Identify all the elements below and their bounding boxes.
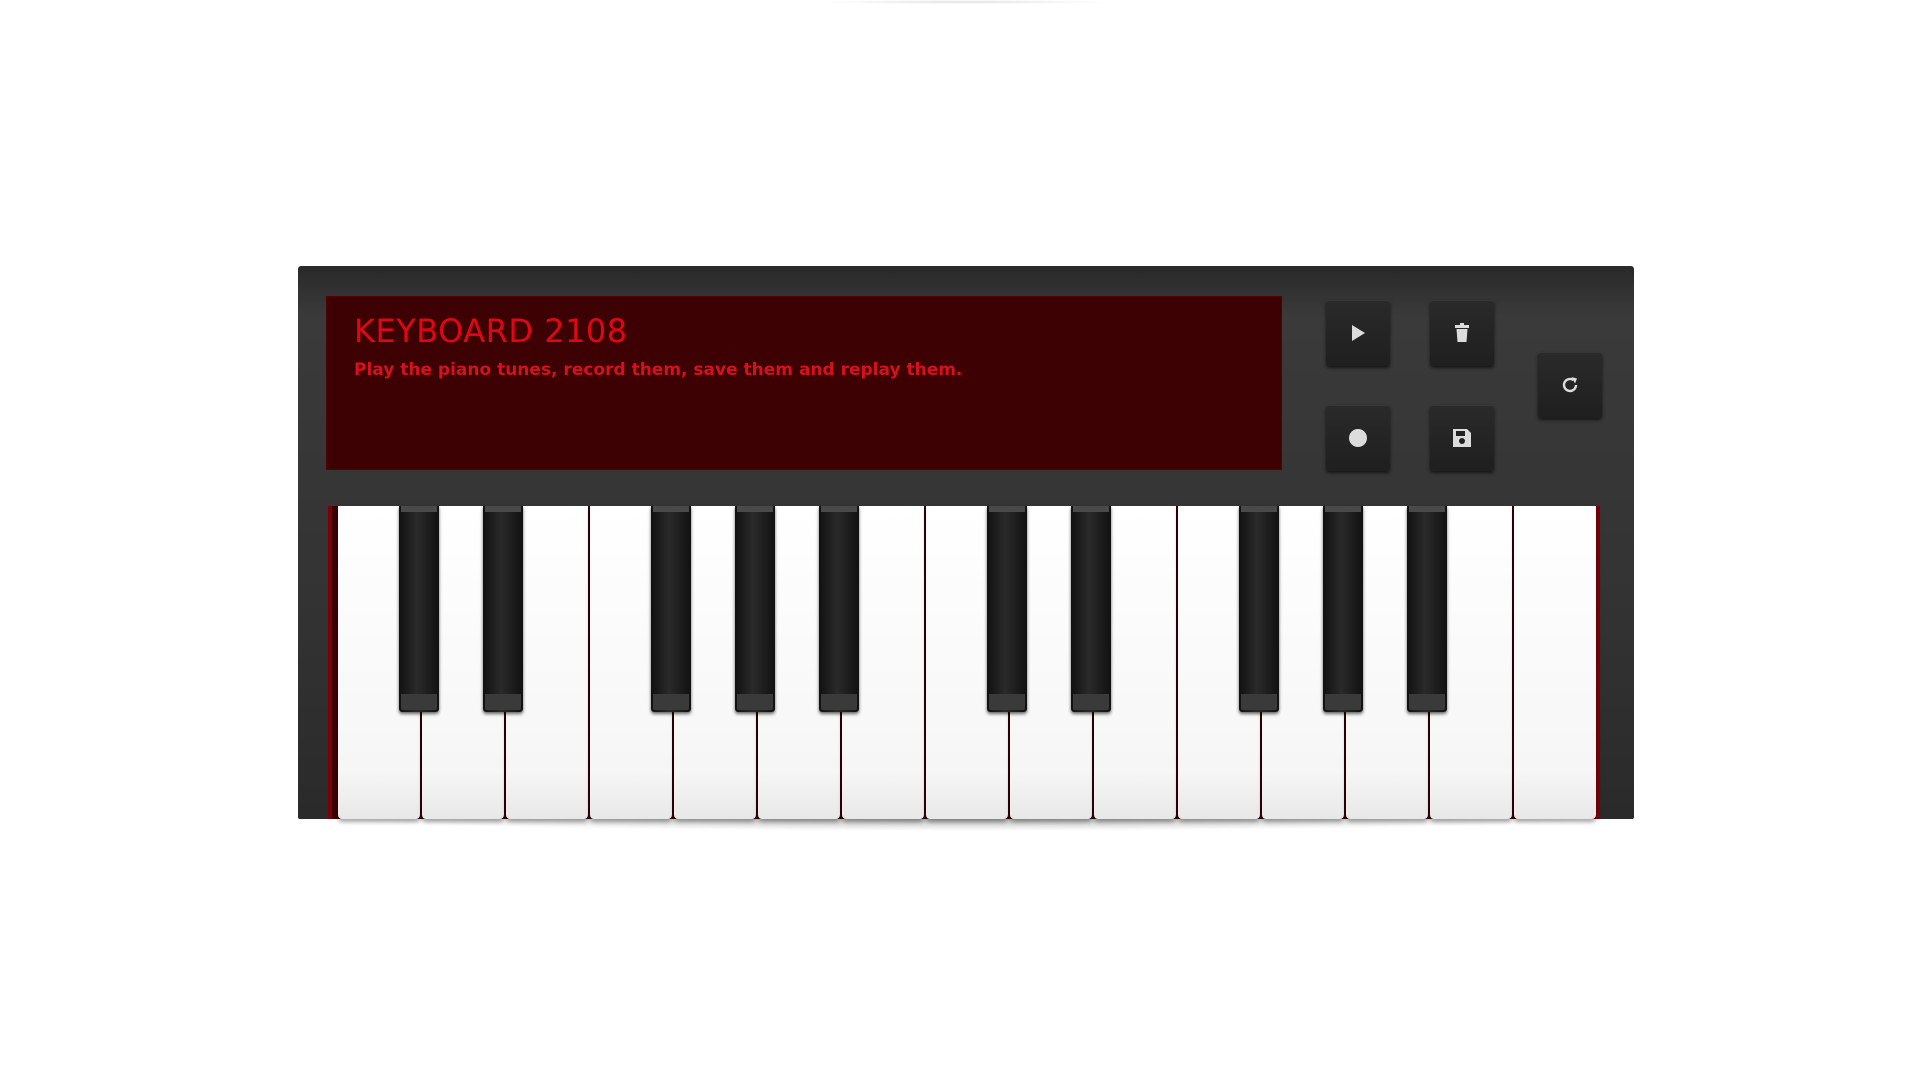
top-shadow	[820, 0, 1110, 4]
trash-icon	[1455, 323, 1469, 342]
record-button[interactable]	[1326, 405, 1390, 471]
refresh-icon	[1562, 377, 1578, 393]
record-icon	[1349, 429, 1367, 447]
save-button[interactable]	[1430, 405, 1494, 471]
black-key-6[interactable]	[987, 506, 1027, 712]
display-screen: KEYBOARD 2108 Play the piano tunes, reco…	[326, 296, 1282, 470]
black-key-4[interactable]	[735, 506, 775, 712]
key-bed	[328, 506, 1600, 819]
black-key-9[interactable]	[1323, 506, 1363, 712]
black-key-3[interactable]	[651, 506, 691, 712]
black-key-1[interactable]	[399, 506, 439, 712]
floppy-disk-icon	[1453, 429, 1471, 447]
reset-button[interactable]	[1538, 352, 1602, 418]
black-key-2[interactable]	[483, 506, 523, 712]
black-key-5[interactable]	[819, 506, 859, 712]
display-description: Play the piano tunes, record them, save …	[354, 360, 963, 380]
white-key-15[interactable]	[1514, 506, 1596, 819]
black-key-10[interactable]	[1407, 506, 1447, 712]
black-key-8[interactable]	[1239, 506, 1279, 712]
play-icon	[1352, 325, 1365, 341]
black-key-7[interactable]	[1071, 506, 1111, 712]
play-button[interactable]	[1326, 300, 1390, 366]
delete-button[interactable]	[1430, 300, 1494, 366]
keyboard-panel: KEYBOARD 2108 Play the piano tunes, reco…	[298, 266, 1634, 819]
keyboard-shadow	[338, 819, 1594, 831]
display-title: KEYBOARD 2108	[354, 312, 628, 350]
